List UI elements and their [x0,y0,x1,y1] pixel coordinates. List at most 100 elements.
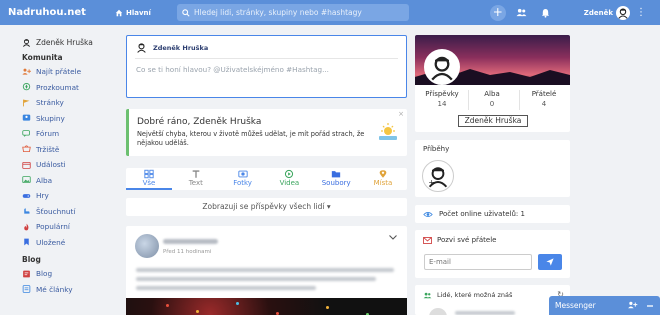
sidebar-item-label: Prozkoumat [36,82,79,92]
sidebar-item-uložené[interactable]: Uložené [22,235,112,251]
sidebar-item-label: Události [36,160,66,170]
sidebar-item-prozkoumat[interactable]: Prozkoumat [22,80,112,96]
feed-post: Před 11 hodinami [126,226,407,315]
market-icon [22,145,31,154]
sidebar-item-label: Blog [36,269,53,279]
composer-input[interactable]: Co se ti honí hlavou? @Uživatelskéjméno … [127,59,406,80]
sidebar-item-fórum[interactable]: Fórum [22,126,112,142]
site-logo[interactable]: Nadruhou.net [8,7,108,18]
chevron-down-icon[interactable] [389,235,397,240]
tab-label: Text [188,179,203,187]
sidebar-item-label: Skupiny [36,113,65,123]
tab-label: Vše [142,179,156,187]
stories-title: Příběhy [423,145,450,153]
tab-label: Videa [279,179,300,187]
tab-videa[interactable]: Videa [266,168,312,190]
stat-albums[interactable]: Alba 0 [468,90,516,108]
post-author-name-blurred[interactable] [163,239,218,244]
post-image[interactable] [126,298,407,315]
stories-card: Příběhy + [415,140,570,197]
sidebar-item-populární[interactable]: Populární [22,219,112,235]
send-icon [546,258,554,266]
feed-filter-dropdown[interactable]: Zobrazuji se příspěvky všech lidí ▾ [126,198,407,216]
greeting-close-button[interactable]: × [398,110,404,118]
sidebar-item-šťouchnutí[interactable]: Šťouchnutí [22,204,112,220]
invite-email-field[interactable] [424,254,532,270]
sidebar-item-stránky[interactable]: Stránky [22,95,112,111]
more-menu-icon[interactable]: ⋮ [636,7,646,18]
create-plus-button[interactable]: + [489,4,506,21]
sidebar-item-skupiny[interactable]: Skupiny [22,111,112,127]
eye-icon [423,211,433,217]
sidebar-item-label: Šťouchnutí [36,206,76,216]
post-composer[interactable]: Zdeněk Hruška Co se ti honí hlavou? @Uži… [126,35,407,98]
stat-value: 0 [489,100,495,108]
all-icon [126,169,172,179]
sidebar-item-najít-přátele[interactable]: Najít přátele [22,64,112,80]
invite-send-button[interactable] [538,254,562,270]
profile-avatar[interactable] [424,49,460,85]
sidebar-section-blog: Blog [22,255,41,264]
user-avatar-icon [431,56,453,81]
sidebar-blog-item-mé-články[interactable]: Mé články [22,282,112,298]
sidebar-user[interactable]: Zdeněk Hruška [22,36,112,49]
stat-posts[interactable]: Příspěvky 14 [418,90,466,108]
home-label: Hlavní [126,8,151,17]
online-users-card[interactable]: Počet online uživatelů: 1 [415,205,570,223]
online-users-label: Počet online uživatelů: 1 [439,210,525,218]
friends-icon[interactable] [516,8,527,17]
tab-label: Fotky [233,179,252,187]
articles-icon [22,285,31,294]
sidebar-item-label: Mé články [36,284,73,294]
envelope-icon [423,236,432,244]
tab-soubory[interactable]: Soubory [313,168,359,190]
video-icon [266,169,312,179]
sidebar-item-label: Populární [36,222,70,232]
search-input[interactable]: Hledej lidi, stránky, skupiny nebo #hash… [177,4,409,21]
sidebar-blog-item-blog[interactable]: Blog [22,266,112,282]
place-icon [360,169,406,179]
sidebar-item-label: Hry [36,191,49,201]
sunrise-icon [379,123,397,140]
sidebar-item-alba[interactable]: Alba [22,173,112,189]
sidebar-item-tržiště[interactable]: Tržiště [22,142,112,158]
sidebar-item-label: Najít přátele [36,67,82,77]
post-time: Před 11 hodinami [163,249,212,255]
suggested-person-avatar[interactable] [429,308,447,315]
greeting-card: Dobré ráno, Zdeněk Hruška Největší chyba… [126,109,407,156]
photo-icon [220,169,266,179]
stat-label: Alba [484,90,500,98]
tab-místa[interactable]: Místa [360,168,406,190]
bookmark-icon [22,238,31,247]
minimize-icon[interactable] [646,301,654,309]
add-story-button[interactable]: + [422,160,454,192]
topbar-user-name[interactable]: Zdeněk [584,9,613,17]
sidebar-item-události[interactable]: Události [22,157,112,173]
messenger-bar[interactable]: Messenger [549,296,660,315]
stat-label: Přátelé [531,90,557,98]
search-icon [182,8,190,17]
sidebar-item-label: Stránky [36,98,64,108]
stat-value: 4 [541,100,547,108]
add-contact-icon[interactable] [627,301,638,309]
messenger-label: Messenger [555,301,596,310]
sidebar-user-name: Zdeněk Hruška [36,38,93,47]
sidebar-item-hry[interactable]: Hry [22,188,112,204]
calendar-icon [22,160,31,169]
sidebar-item-label: Uložené [36,237,66,247]
topbar-avatar[interactable] [616,5,630,20]
stat-friends[interactable]: Přátelé 4 [520,90,568,108]
invite-friends-card: Pozvi své přátele [415,230,570,278]
suggested-person-name-blurred[interactable] [455,311,515,315]
profile-name[interactable]: Zdeněk Hruška [458,115,528,127]
tab-vše[interactable]: Vše [126,168,172,190]
home-link[interactable]: Hlavní [115,9,177,17]
tab-text[interactable]: Text [173,168,219,190]
tab-fotky[interactable]: Fotky [220,168,266,190]
tab-label: Soubory [321,179,351,187]
post-author-avatar[interactable] [135,234,159,258]
file-icon [313,169,359,179]
game-icon [22,191,31,200]
notifications-bell-icon[interactable] [541,8,550,18]
post-text-blurred [136,277,376,281]
